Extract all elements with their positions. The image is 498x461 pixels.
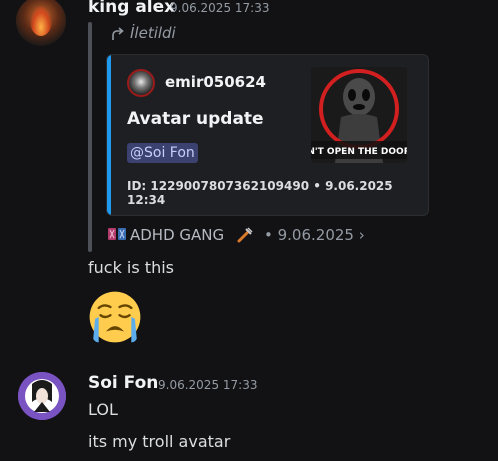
- thumbnail-caption: N'T OPEN THE DOOR: [311, 147, 407, 157]
- message-text: its my troll avatar: [88, 432, 231, 451]
- message-text: LOL: [88, 400, 118, 419]
- embed-title: Avatar update: [127, 109, 264, 129]
- thumbnail-image: N'T OPEN THE DOOR: [311, 67, 407, 163]
- embed-footer: ID: 1229007807362109490 • 9.06.2025 12:3…: [127, 179, 393, 207]
- message-author-name[interactable]: Soi Fon: [88, 373, 158, 393]
- message-author-name[interactable]: king alex: [88, 0, 175, 17]
- forward-arrow-icon: [112, 27, 124, 40]
- user-mention[interactable]: @Soi Fon: [127, 143, 198, 163]
- embed-author-name[interactable]: emir050624: [165, 73, 266, 91]
- server-name[interactable]: ADHD GANG: [130, 226, 224, 244]
- embed-thumbnail[interactable]: N'T OPEN THE DOOR: [311, 67, 407, 163]
- user-avatar-soi-fon[interactable]: [18, 372, 66, 420]
- message-text: fuck is this: [88, 258, 174, 277]
- message-timestamp: 9.06.2025 17:33: [158, 378, 258, 392]
- embed-author-avatar[interactable]: [127, 69, 155, 97]
- forwarded-label: İletildi: [130, 24, 176, 42]
- avatar-image: [18, 372, 66, 420]
- user-avatar-king-alex[interactable]: [16, 0, 66, 46]
- message-timestamp: 9.06.2025 17:33: [170, 1, 270, 15]
- embed-accent-bar: [107, 55, 111, 215]
- server-date-link[interactable]: • 9.06.2025 ›: [264, 226, 365, 244]
- loudly-crying-face-icon: [89, 291, 141, 343]
- server-icon: [108, 228, 126, 240]
- forward-bar: [88, 22, 92, 252]
- server-tag-icon: [237, 227, 253, 243]
- embed-card[interactable]: emir050624 Avatar update @Soi Fon ID: 12…: [106, 54, 429, 216]
